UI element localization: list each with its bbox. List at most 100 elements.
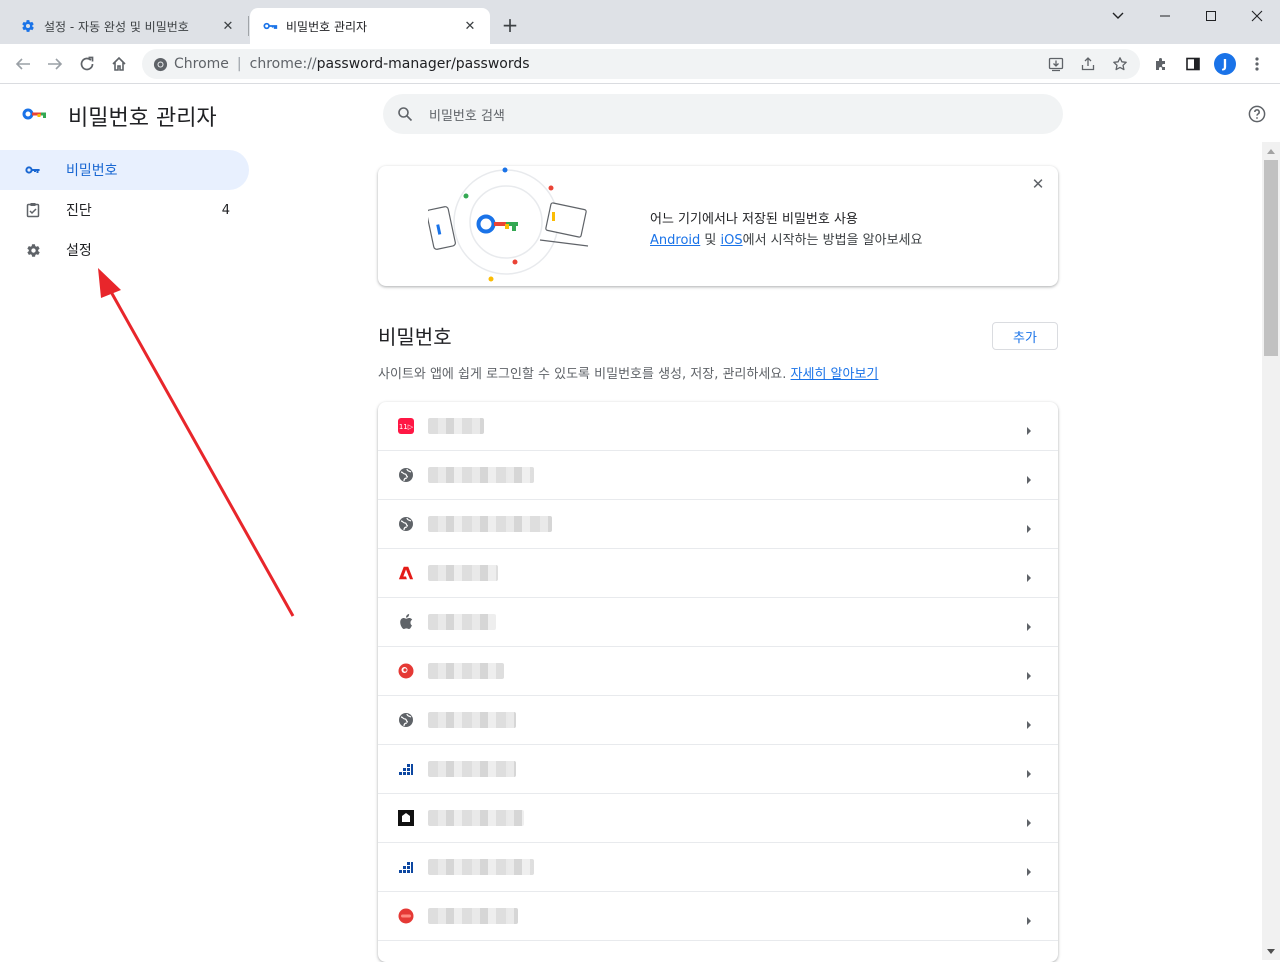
- sidebar-item-settings[interactable]: 설정: [0, 230, 250, 270]
- list-item[interactable]: ▒▒▒▒▒▒▒▒: [378, 745, 1058, 794]
- sidebar-item-label: 진단: [66, 203, 92, 219]
- blurred-site-name: ▒▒▒▒▒▒: [428, 418, 484, 434]
- list-item[interactable]: ▒▒▒▒▒▒▒▒▒▒▒▒: [378, 500, 1058, 549]
- scroll-up-arrow-icon[interactable]: [1262, 142, 1280, 160]
- chevron-right-icon: [1026, 862, 1034, 876]
- chevron-right-icon: [1026, 568, 1034, 582]
- checkup-count-badge: 4: [221, 202, 230, 218]
- sidebar-item-passwords[interactable]: 비밀번호: [0, 150, 249, 190]
- ios-link[interactable]: iOS: [721, 233, 743, 248]
- reload-icon[interactable]: [73, 50, 101, 78]
- share-icon[interactable]: [1074, 50, 1102, 78]
- scrollbar-thumb[interactable]: [1264, 160, 1278, 356]
- blurred-site-name: ▒▒▒▒▒▒▒▒▒▒▒▒: [428, 516, 552, 532]
- home-icon[interactable]: [105, 50, 133, 78]
- search-icon: [397, 106, 413, 122]
- list-item[interactable]: ▒▒▒▒▒▒▒: [378, 549, 1058, 598]
- promo-and-text: 및: [700, 233, 721, 248]
- kebab-menu-icon[interactable]: [1243, 50, 1271, 78]
- extensions-puzzle-icon[interactable]: [1147, 50, 1175, 78]
- promo-card: 어느 기기에서나 저장된 비밀번호 사용 Android 및 iOS에서 시작하…: [378, 166, 1058, 286]
- android-link[interactable]: Android: [650, 233, 700, 248]
- list-item[interactable]: ▒▒▒▒▒▒▒▒▒▒: [378, 451, 1058, 500]
- blurred-site-name: ▒▒▒▒▒▒▒▒: [428, 712, 516, 728]
- back-arrow-icon[interactable]: [9, 50, 37, 78]
- install-app-icon[interactable]: [1042, 50, 1070, 78]
- chevron-right-icon: [1026, 666, 1034, 680]
- globe-icon: [398, 516, 414, 532]
- scroll-down-arrow-icon[interactable]: [1262, 942, 1280, 960]
- list-item[interactable]: ▒▒▒▒▒▒▒▒▒: [378, 794, 1058, 843]
- checkup-icon: [24, 201, 42, 219]
- list-item[interactable]: ▒▒▒▒▒▒▒▒: [378, 696, 1058, 745]
- square-logo-icon: [398, 810, 414, 826]
- red-badge-icon: [398, 908, 414, 924]
- chevron-right-icon: [1026, 617, 1034, 631]
- scrollbar[interactable]: [1262, 142, 1280, 960]
- page-title: 비밀번호 관리자: [68, 106, 217, 131]
- globe-icon: [398, 712, 414, 728]
- list-item[interactable]: ▒▒▒▒▒▒▒: [378, 647, 1058, 696]
- search-placeholder: 비밀번호 검색: [429, 108, 505, 124]
- blurred-site-name: ▒▒▒▒▒▒▒▒▒▒: [428, 859, 534, 875]
- list-item[interactable]: ▒▒▒▒▒▒▒▒▒▒: [378, 843, 1058, 892]
- bars-icon: [398, 859, 414, 875]
- profile-avatar[interactable]: J: [1214, 53, 1236, 75]
- apple-icon: [398, 614, 414, 630]
- search-input[interactable]: 비밀번호 검색: [383, 94, 1063, 134]
- forward-arrow-icon[interactable]: [41, 50, 69, 78]
- sidebar-item-label: 설정: [66, 243, 92, 259]
- chevron-right-icon: [1026, 715, 1034, 729]
- close-icon[interactable]: ✕: [1030, 176, 1046, 192]
- gear-icon: [24, 241, 42, 259]
- side-panel-icon[interactable]: [1179, 50, 1207, 78]
- tab-title: 설정 - 자동 완성 및 비밀번호: [44, 19, 189, 34]
- help-icon[interactable]: [1248, 105, 1266, 123]
- list-item[interactable]: 11▷ ▒▒▒▒▒▒: [378, 402, 1058, 451]
- chevron-right-icon: [1026, 911, 1034, 925]
- gear-icon: [20, 18, 36, 34]
- promo-title: 어느 기기에서나 저장된 비밀번호 사용: [650, 212, 858, 227]
- red-circle-icon: [398, 663, 414, 679]
- blurred-site-name: ▒▒▒▒▒▒▒: [428, 565, 498, 581]
- close-icon[interactable]: ✕: [462, 18, 478, 34]
- omnibox-chrome-label: Chrome: [174, 56, 229, 72]
- minimize-icon[interactable]: [1142, 0, 1188, 32]
- tab-divider: [248, 16, 249, 36]
- address-bar[interactable]: Chrome | chrome:// password-manager/pass…: [142, 49, 1140, 79]
- blurred-site-name: ▒▒▒▒▒▒▒▒▒▒: [428, 467, 534, 483]
- window-close-icon[interactable]: [1234, 0, 1280, 32]
- new-tab-button[interactable]: +: [498, 14, 522, 38]
- tab-password-manager[interactable]: 비밀번호 관리자 ✕: [250, 8, 490, 44]
- sidebar-item-checkup[interactable]: 진단 4: [0, 190, 250, 230]
- passwords-description: 사이트와 앱에 쉽게 로그인할 수 있도록 비밀번호를 생성, 저장, 관리하세…: [378, 363, 878, 382]
- browser-toolbar: Chrome | chrome:// password-manager/pass…: [0, 44, 1280, 84]
- bookmark-star-icon[interactable]: [1106, 50, 1134, 78]
- tab-title: 비밀번호 관리자: [286, 19, 368, 34]
- tab-settings[interactable]: 설정 - 자동 완성 및 비밀번호 ✕: [8, 8, 248, 44]
- blurred-site-name: ▒▒▒▒▒▒▒▒▒: [428, 810, 524, 826]
- svg-text:11▷: 11▷: [399, 423, 414, 431]
- list-item[interactable]: ▒▒▒▒▒▒▒▒: [378, 892, 1058, 941]
- globe-icon: [398, 467, 414, 483]
- adobe-icon: [398, 565, 414, 581]
- bars-icon: [398, 761, 414, 777]
- list-item[interactable]: ▒▒▒▒▒▒: [378, 598, 1058, 647]
- password-list: 11▷▒▒▒▒▒▒▒▒▒▒▒▒▒▒▒▒▒▒▒▒▒▒▒▒▒▒▒▒▒▒▒▒▒▒▒▒▒…: [378, 402, 1058, 962]
- chevron-right-icon: [1026, 519, 1034, 533]
- learn-more-link[interactable]: 자세히 알아보기: [791, 367, 879, 382]
- close-icon[interactable]: ✕: [220, 18, 236, 34]
- omnibox-divider: |: [236, 56, 242, 72]
- devices-illustration: [428, 167, 589, 282]
- tab-strip: 설정 - 자동 완성 및 비밀번호 ✕ 비밀번호 관리자 ✕ +: [0, 0, 1280, 44]
- 11st-icon: 11▷: [398, 418, 414, 434]
- add-password-button[interactable]: 추가: [992, 322, 1058, 350]
- key-icon: [24, 161, 42, 179]
- tab-search-chevron-icon[interactable]: [1095, 0, 1141, 32]
- url-scheme: chrome://: [249, 56, 317, 72]
- blurred-site-name: ▒▒▒▒▒▒▒▒: [428, 761, 516, 777]
- maximize-icon[interactable]: [1188, 0, 1234, 32]
- chevron-right-icon: [1026, 470, 1034, 484]
- sidebar-item-label: 비밀번호: [66, 163, 118, 179]
- promo-subtitle: Android 및 iOS에서 시작하는 방법을 알아보세요: [650, 229, 922, 248]
